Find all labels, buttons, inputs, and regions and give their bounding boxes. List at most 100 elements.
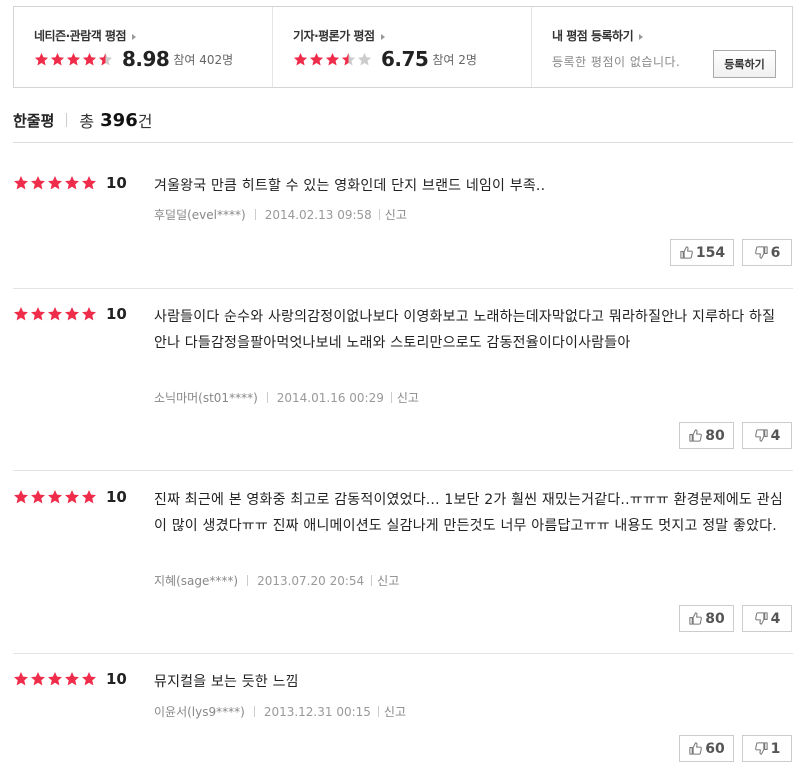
netizen-rating: 네티즌·관람객 평점 8.98 참여 402명 [14,7,273,87]
review-author[interactable]: 소닉마머(st01****) [154,389,258,406]
thumbs-up-icon [688,741,705,756]
star-icon [293,52,308,67]
review-score: 10 [106,670,127,688]
divider [371,575,373,586]
star-icon [34,52,49,67]
review-stars [13,671,98,687]
star-icon [81,671,97,687]
netizen-rating-title[interactable]: 네티즌·관람객 평점 [34,27,137,44]
review-divider [13,288,793,289]
register-rating-button[interactable]: 등록하기 [713,50,776,78]
divider [378,209,380,220]
review-stars [13,306,98,322]
review-header: 한줄평 총 396 건 [13,108,152,132]
star-icon [66,52,81,67]
star-icon [64,671,80,687]
star-icon [13,175,29,191]
netizen-stars [34,52,114,67]
thumbs-down-icon [754,741,771,756]
review-divider [13,653,793,654]
divider [253,706,255,717]
review-score: 10 [106,488,127,506]
star-icon [81,489,97,505]
thumbs-down-icon [754,611,771,626]
total-unit: 건 [137,112,153,131]
star-icon [81,306,97,322]
divider [254,209,256,220]
dislike-button[interactable]: 4 [742,422,792,449]
thumbs-down-icon [754,428,771,443]
report-link[interactable]: 신고 [384,703,406,720]
chevron-right-icon [380,33,385,40]
star-icon [81,175,97,191]
star-icon [47,671,63,687]
divider [66,113,68,127]
thumbs-down-icon [754,245,771,260]
star-icon [341,52,356,67]
star-icon [47,175,63,191]
star-icon [64,175,80,191]
review-date: 2014.02.13 09:58 [264,207,372,222]
critic-score: 6.75 [381,47,429,71]
review-divider [13,470,793,471]
review-author[interactable]: 후덜덜(evel****) [154,206,246,223]
star-icon [325,52,340,67]
review-date: 2014.01.16 00:29 [276,390,384,405]
thumbs-up-icon [679,245,696,260]
star-icon [64,306,80,322]
review-text: 진짜 최근에 본 영화중 최고로 감동적이였었다... 1보단 2가 훨씬 재밌… [154,492,783,534]
my-rating: 내 평점 등록하기 등록한 평점이 없습니다. 등록하기 [532,7,792,87]
star-icon [30,306,46,322]
review-score: 10 [106,174,127,192]
report-link[interactable]: 신고 [377,572,399,589]
review-text: 뮤지컬을 보는 듯한 느낌 [154,674,299,690]
divider [266,392,268,403]
divider [247,575,249,586]
star-icon [82,52,97,67]
like-button[interactable]: 80 [679,605,734,632]
header-divider [13,142,793,143]
star-icon [30,489,46,505]
review-text: 겨울왕국 만큼 히트할 수 있는 영화인데 단지 브랜드 네임이 부족.. [154,178,546,194]
star-icon [98,52,113,67]
like-button[interactable]: 80 [679,422,734,449]
star-icon [13,489,29,505]
review-section-title: 한줄평 [13,111,55,130]
star-icon [309,52,324,67]
report-link[interactable]: 신고 [385,206,407,223]
star-icon [64,489,80,505]
review-author[interactable]: 이윤서(lys9****) [154,703,245,720]
star-icon [30,175,46,191]
like-button[interactable]: 60 [679,735,734,762]
dislike-button[interactable]: 6 [742,239,792,266]
my-rating-title[interactable]: 내 평점 등록하기 [552,27,644,44]
chevron-right-icon [639,33,644,40]
critic-stars [293,52,373,67]
review-score: 10 [106,305,127,323]
report-link[interactable]: 신고 [397,389,419,406]
review-author[interactable]: 지혜(sage****) [154,572,238,589]
review-stars [13,489,98,505]
thumbs-up-icon [688,428,705,443]
critic-count: 참여 2명 [432,52,477,67]
divider [377,706,379,717]
star-icon [357,52,372,67]
divider [390,392,392,403]
review-date: 2013.07.20 20:54 [257,573,365,588]
netizen-count: 참여 402명 [173,52,234,67]
review-stars [13,175,98,191]
star-icon [13,671,29,687]
netizen-score: 8.98 [122,47,170,71]
star-icon [13,306,29,322]
like-button[interactable]: 154 [670,239,734,266]
total-label: 총 [79,112,95,131]
dislike-button[interactable]: 4 [742,605,792,632]
rating-summary-box: 네티즌·관람객 평점 8.98 참여 402명 기자·평론가 평점 6.75 참… [13,6,793,88]
critic-rating-title[interactable]: 기자·평론가 평점 [293,27,385,44]
star-icon [50,52,65,67]
star-icon [30,671,46,687]
chevron-right-icon [132,33,137,40]
my-rating-empty-text: 등록한 평점이 없습니다. [552,55,681,69]
dislike-button[interactable]: 1 [742,735,792,762]
star-icon [47,489,63,505]
